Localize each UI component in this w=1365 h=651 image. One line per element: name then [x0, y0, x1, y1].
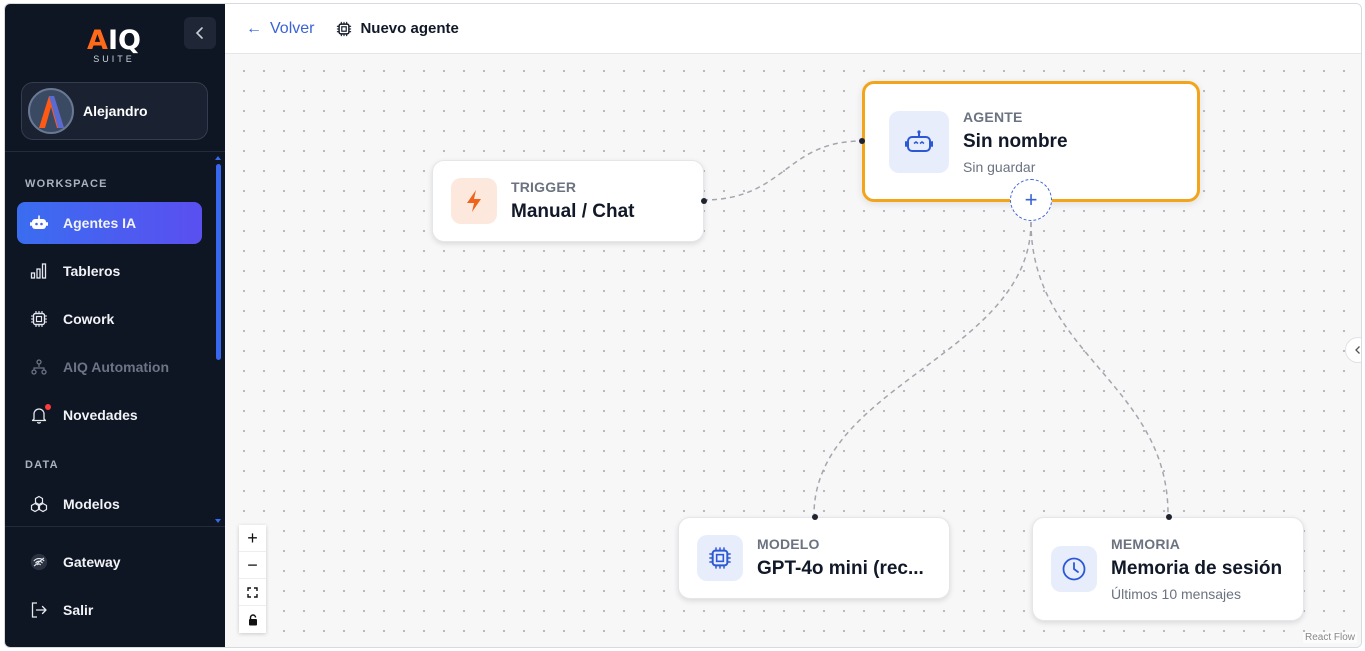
user-card[interactable]: Alejandro [21, 82, 208, 140]
sidebar-item-label: Gateway [63, 554, 121, 570]
node-title: Memoria de sesión [1111, 558, 1283, 579]
divider [5, 526, 225, 527]
section-label-data: DATA [25, 459, 59, 471]
top-bar: ← Volver Nuevo agente [225, 4, 1361, 54]
avatar [28, 88, 74, 134]
flow-canvas[interactable]: TRIGGER Manual / Chat AGENTE Sin nombre … [225, 54, 1361, 647]
zoom-in-button[interactable]: + [239, 525, 266, 552]
sidebar-scrollbar[interactable] [216, 164, 221, 360]
workflow-icon [30, 358, 48, 376]
target-handle[interactable] [812, 514, 818, 520]
node-title: Manual / Chat [511, 201, 635, 222]
node-subtitle: Últimos 10 mensajes [1111, 586, 1241, 602]
minus-icon: − [247, 554, 258, 575]
scroll-up-arrow[interactable] [215, 156, 221, 160]
node-kind: MEMORIA [1111, 536, 1181, 552]
notification-dot [45, 404, 51, 410]
divider [5, 151, 225, 152]
gateway-icon [30, 553, 48, 571]
clock-icon [1051, 546, 1097, 592]
chip-icon [697, 535, 743, 581]
react-flow-attribution[interactable]: React Flow [1302, 632, 1357, 643]
lock-icon [248, 613, 257, 625]
sidebar-item-label: Tableros [63, 263, 121, 279]
sidebar-item-aiq-automation[interactable]: AIQ Automation [17, 346, 202, 388]
user-name: Alejandro [83, 103, 148, 119]
add-node-button[interactable]: + [1010, 179, 1052, 221]
node-title: GPT-4o mini (rec... [757, 558, 924, 579]
sidebar-item-tableros[interactable]: Tableros [17, 250, 202, 292]
memory-node[interactable]: MEMORIA Memoria de sesión Últimos 10 men… [1032, 514, 1304, 621]
node-title: Sin nombre [963, 130, 1068, 152]
cubes-icon [30, 495, 48, 513]
trigger-node[interactable]: TRIGGER Manual / Chat [432, 160, 707, 242]
arrow-left-icon: ← [246, 19, 262, 37]
sidebar-item-label: Novedades [63, 407, 138, 423]
node-kind: TRIGGER [511, 179, 577, 195]
node-kind: AGENTE [963, 108, 1023, 125]
model-node[interactable]: MODELO GPT-4o mini (rec... [678, 514, 950, 599]
node-subtitle: Sin guardar [963, 158, 1036, 175]
lock-button[interactable] [239, 606, 266, 633]
section-label-workspace: WORKSPACE [25, 178, 108, 190]
robot-icon [30, 214, 48, 232]
back-label: Volver [270, 19, 315, 37]
page-title-text: Nuevo agente [360, 20, 459, 37]
chip-icon [30, 310, 48, 328]
sidebar-item-salir[interactable]: Salir [17, 589, 202, 631]
target-handle[interactable] [859, 138, 865, 144]
fit-view-icon [247, 586, 258, 598]
fit-view-button[interactable] [239, 579, 266, 606]
edge-trigger-agent [702, 140, 863, 201]
sidebar-item-label: Agentes IA [63, 215, 137, 231]
sidebar-item-label: Salir [63, 602, 94, 618]
logout-icon [30, 601, 48, 619]
bar-chart-icon [30, 262, 48, 280]
app-logo: AIQ SUITE [87, 25, 141, 65]
chevron-left-icon [1355, 346, 1360, 354]
back-button[interactable]: ← Volver [246, 20, 314, 38]
sidebar-item-label: Modelos [63, 496, 120, 512]
robot-icon [889, 110, 949, 173]
plus-icon: + [247, 527, 258, 548]
sidebar-item-novedades[interactable]: Novedades [17, 394, 202, 436]
sidebar-item-label: AIQ Automation [63, 359, 170, 375]
scroll-down-arrow[interactable] [215, 519, 221, 523]
page-title: Nuevo agente [336, 20, 459, 37]
target-handle[interactable] [1166, 514, 1172, 520]
app-frame: AIQ SUITE Alejandro WORKSPACE Agentes IA [4, 3, 1362, 648]
sidebar: AIQ SUITE Alejandro WORKSPACE Agentes IA [5, 4, 225, 647]
bell-icon [30, 404, 51, 424]
flow-controls: + − [239, 525, 266, 633]
sidebar-item-modelos[interactable]: Modelos [17, 483, 202, 525]
sidebar-item-label: Cowork [63, 311, 115, 327]
sidebar-item-gateway[interactable]: Gateway [17, 541, 202, 583]
source-handle[interactable] [701, 198, 707, 204]
node-kind: MODELO [757, 536, 820, 552]
chip-icon [336, 21, 352, 37]
sidebar-item-agentes-ia[interactable]: Agentes IA [17, 202, 202, 244]
zoom-out-button[interactable]: − [239, 552, 266, 579]
lightning-icon [451, 178, 497, 224]
collapse-sidebar-button[interactable] [184, 17, 216, 49]
chevron-left-icon [195, 27, 203, 39]
plus-icon: + [1024, 187, 1038, 212]
sidebar-item-cowork[interactable]: Cowork [17, 298, 202, 340]
edge-agent-model [813, 221, 1032, 515]
edge-agent-memory [1030, 221, 1169, 515]
